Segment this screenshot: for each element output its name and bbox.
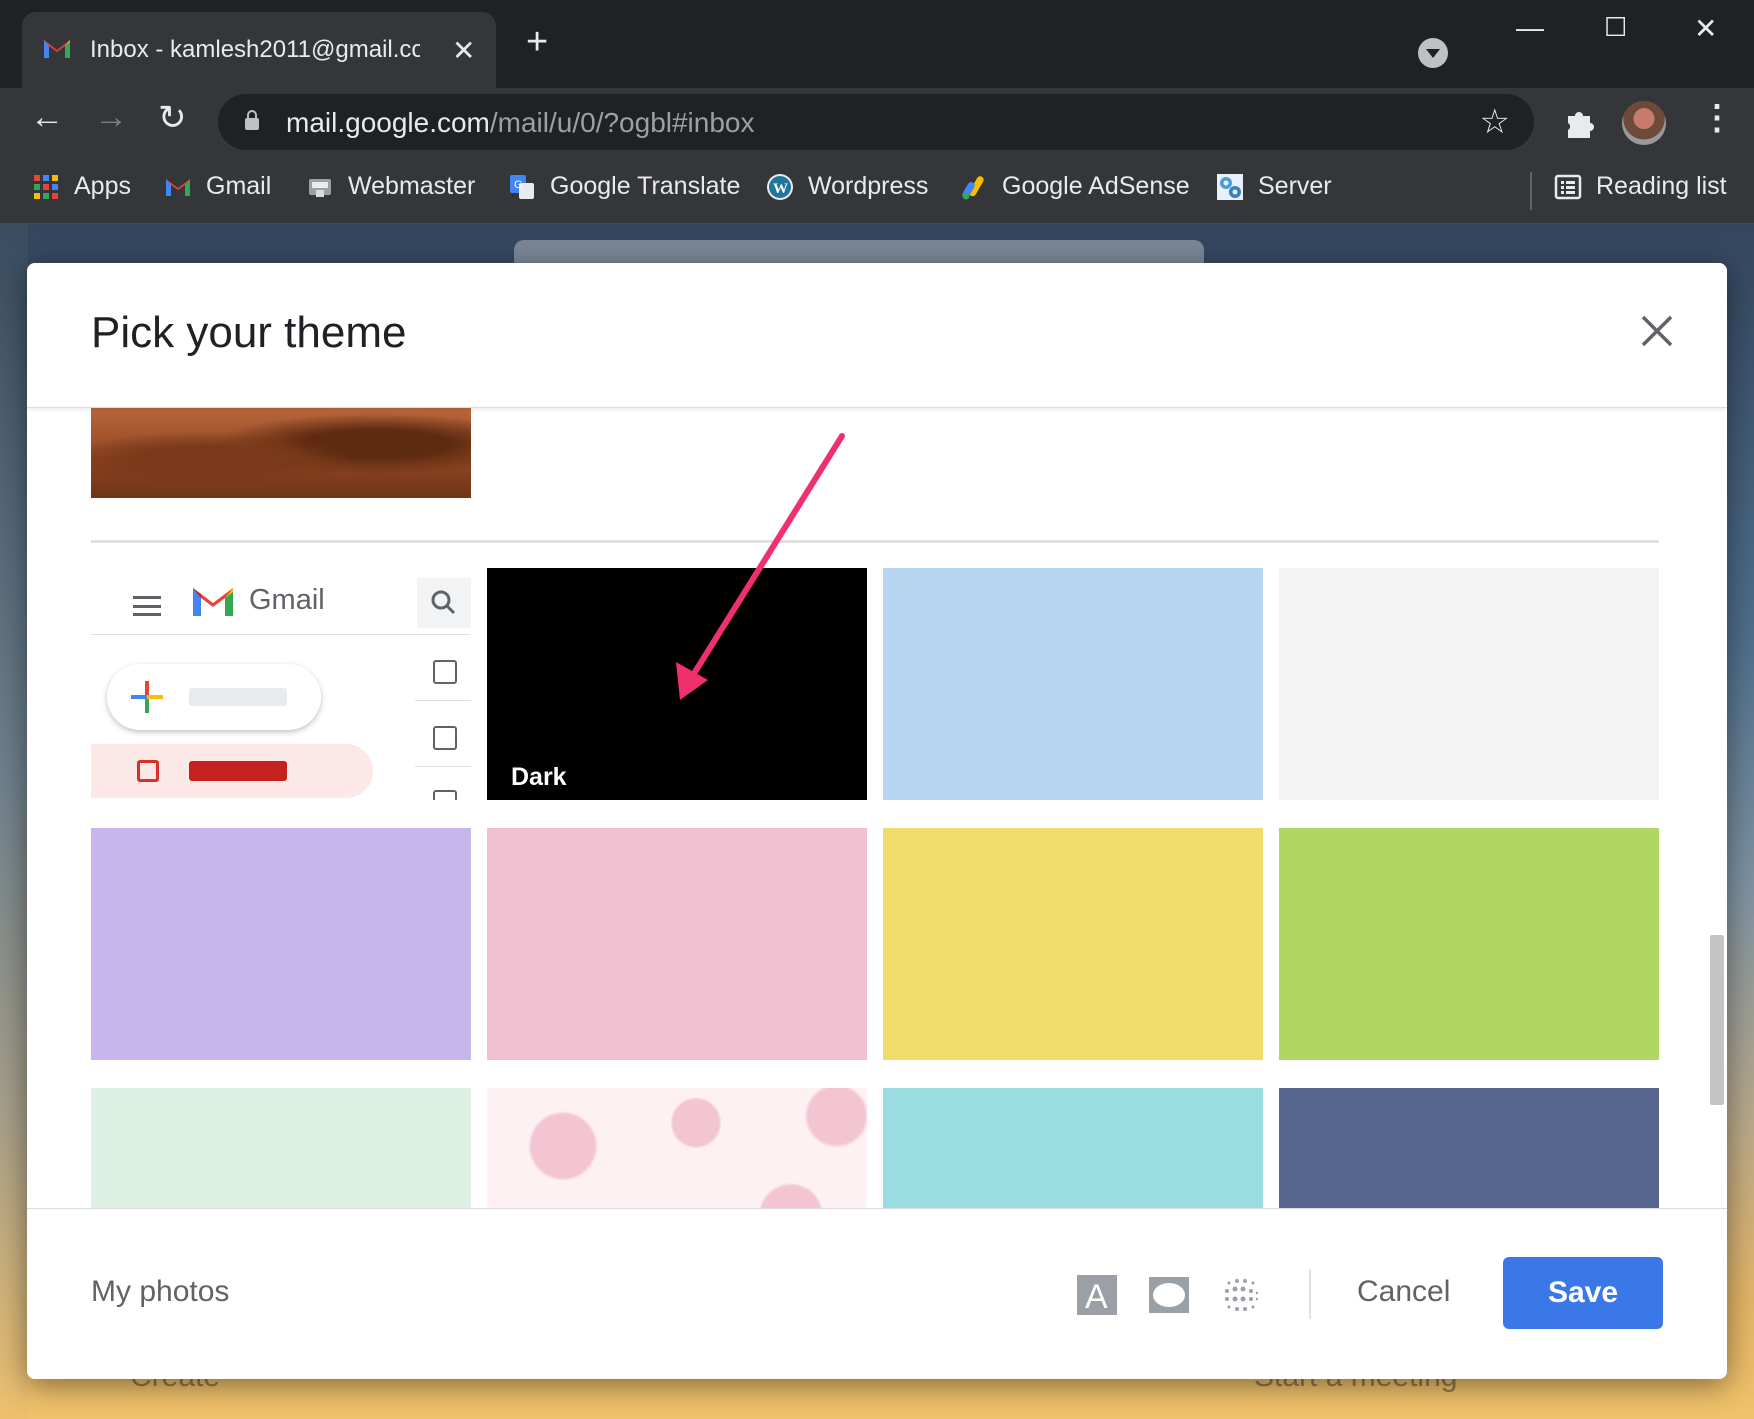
browser-tab[interactable]: Inbox - kamlesh2011@gmail.com ✕ (22, 12, 496, 88)
dialog-header: Pick your theme (27, 263, 1727, 408)
preview-row-divider (415, 766, 471, 767)
tab-title: Inbox - kamlesh2011@gmail.com (90, 36, 420, 63)
bookmarks-divider (1530, 172, 1532, 210)
text-background-icon[interactable]: A (1077, 1275, 1117, 1315)
preview-compose-button (107, 664, 321, 730)
dialog-close-icon[interactable] (1637, 311, 1677, 351)
window-close-icon[interactable]: ✕ (1694, 12, 1717, 45)
reading-list-icon (1554, 174, 1582, 199)
maximize-icon[interactable]: ☐ (1604, 12, 1627, 43)
webmaster-icon (309, 178, 331, 197)
wordpress-icon: W (767, 173, 793, 200)
theme-tile-blossom[interactable] (487, 1088, 867, 1208)
lock-icon (245, 110, 259, 130)
preview-divider (91, 634, 471, 635)
preview-gmail-label: Gmail (249, 584, 325, 616)
footer-divider (1309, 1269, 1311, 1319)
theme-tile-aqua[interactable] (883, 1088, 1263, 1208)
cancel-button[interactable]: Cancel (1357, 1275, 1450, 1309)
bookmark-apps[interactable]: Apps (32, 172, 131, 201)
preview-search-icon (417, 578, 471, 628)
theme-tile-lavender[interactable] (91, 828, 471, 1060)
bookmark-label: Webmaster (348, 172, 476, 200)
my-photos-button[interactable]: My photos (91, 1275, 229, 1309)
profile-avatar[interactable] (1622, 101, 1666, 145)
theme-grid: Gmail Dark (27, 408, 1727, 1208)
browser-toolbar: ← → ↻ mail.google.com/mail/u/0/?ogbl#inb… (0, 88, 1754, 160)
bookmark-star-icon[interactable]: ☆ (1480, 102, 1510, 142)
theme-tile-dark[interactable]: Dark (487, 568, 867, 800)
tab-search-icon[interactable] (1418, 38, 1448, 68)
dialog-footer: My photos A Cancel Save (27, 1208, 1727, 1379)
bookmark-label: Wordpress (808, 172, 929, 200)
svg-text:A: A (1085, 1278, 1108, 1315)
back-icon[interactable]: ← (30, 98, 64, 137)
bookmark-label: Apps (74, 172, 131, 200)
bookmark-label: Google Translate (550, 172, 741, 200)
vignette-icon[interactable] (1149, 1275, 1189, 1315)
bookmark-label: Google AdSense (1002, 172, 1190, 200)
bookmark-gmail[interactable]: Gmail (164, 172, 271, 201)
bookmark-wordpress[interactable]: W Wordpress (766, 172, 928, 201)
bookmark-google-translate[interactable]: G Google Translate (508, 172, 740, 201)
theme-tile-label: Dark (511, 763, 567, 791)
preview-plus-icon (131, 681, 163, 713)
reading-list-label: Reading list (1596, 172, 1727, 200)
gmail-favicon-icon (44, 40, 70, 58)
browser-titlebar: Inbox - kamlesh2011@gmail.com ✕ + — ☐ ✕ (0, 0, 1754, 88)
preview-row-divider (415, 700, 471, 701)
preview-inbox-item (91, 744, 373, 798)
minimize-icon[interactable]: — (1516, 12, 1544, 44)
dialog-title: Pick your theme (91, 308, 407, 357)
address-bar[interactable]: mail.google.com/mail/u/0/?ogbl#inbox ☆ (218, 94, 1534, 150)
preview-checkbox (433, 660, 457, 684)
reading-list-button[interactable]: Reading list (1554, 172, 1727, 201)
save-button[interactable]: Save (1503, 1257, 1663, 1329)
adsense-icon (962, 175, 984, 199)
server-gear-icon (1217, 173, 1243, 200)
url-text: mail.google.com/mail/u/0/?ogbl#inbox (286, 107, 755, 138)
apps-grid-icon (34, 174, 58, 199)
theme-tile-slate[interactable] (1279, 1088, 1659, 1208)
theme-preview: Gmail (91, 568, 471, 800)
chrome-menu-icon[interactable]: ⋮ (1700, 98, 1734, 138)
bookmark-google-adsense[interactable]: Google AdSense (960, 172, 1190, 201)
preview-gmail-logo-icon (193, 588, 233, 616)
gmail-icon (166, 178, 190, 196)
theme-section-divider (91, 540, 1659, 543)
blur-icon[interactable] (1221, 1275, 1261, 1315)
extensions-puzzle-icon[interactable] (1565, 106, 1595, 138)
preview-menu-icon (133, 596, 161, 616)
svg-text:G: G (514, 179, 523, 191)
theme-tile-desert[interactable] (91, 408, 471, 498)
new-tab-icon[interactable]: + (526, 23, 548, 61)
svg-text:W: W (773, 181, 788, 197)
forward-icon[interactable]: → (94, 98, 128, 137)
tab-close-icon[interactable]: ✕ (452, 34, 475, 67)
bookmark-label: Gmail (206, 172, 272, 200)
preview-checkbox (433, 726, 457, 750)
theme-tile-yellow[interactable] (883, 828, 1263, 1060)
theme-tile-light-gray[interactable] (1279, 568, 1659, 800)
theme-tile-light-blue[interactable] (883, 568, 1263, 800)
theme-tile-green[interactable] (1279, 828, 1659, 1060)
bookmark-server[interactable]: Server (1216, 172, 1332, 201)
bookmark-webmaster[interactable]: Webmaster (306, 172, 475, 201)
bookmarks-bar: Apps Gmail Webmaster G Google Translate … (0, 160, 1754, 224)
background-edge (0, 224, 28, 1419)
dialog-scrollbar[interactable] (1710, 935, 1724, 1105)
preview-checkbox (433, 790, 457, 800)
theme-picker-dialog: Pick your theme Gmail Dark My photos A C… (27, 263, 1727, 1379)
bookmark-label: Server (1258, 172, 1332, 200)
theme-tile-mint[interactable] (91, 1088, 471, 1208)
theme-tile-pink[interactable] (487, 828, 867, 1060)
google-translate-icon: G (510, 174, 534, 199)
reload-icon[interactable]: ↻ (158, 98, 187, 138)
